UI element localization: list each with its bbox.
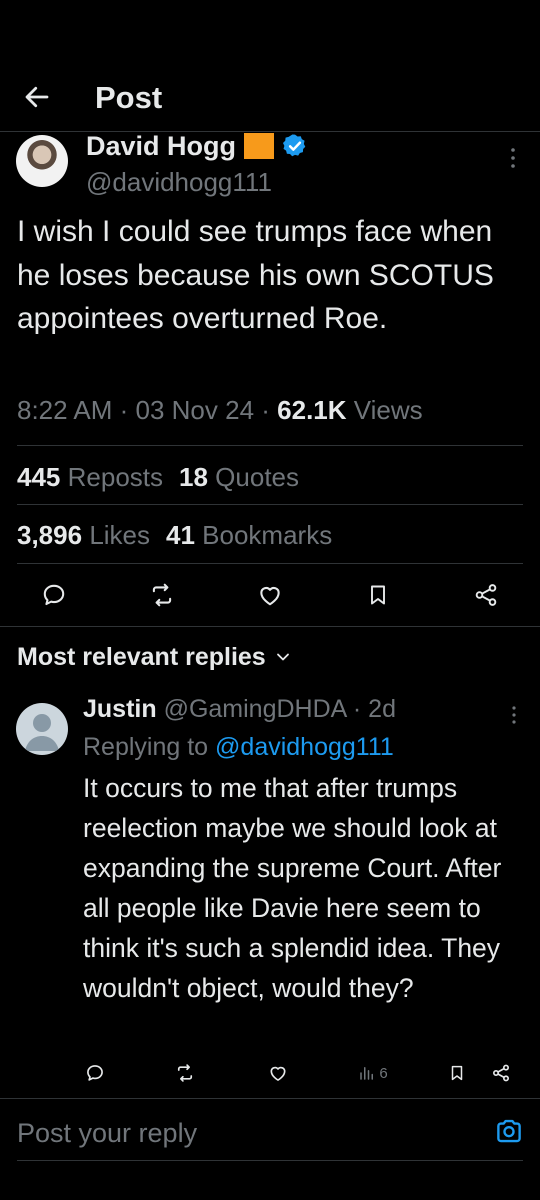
verified-badge-icon xyxy=(282,134,306,157)
views-count: 62.1K xyxy=(277,395,347,425)
reply-input[interactable]: Post your reply xyxy=(17,1115,197,1151)
repost-icon xyxy=(177,1064,193,1082)
reply-header: Justin @GamingDHDA · 2d xyxy=(83,695,396,723)
analytics-icon xyxy=(360,1067,374,1080)
replying-to-link[interactable]: @davidhogg111 xyxy=(215,733,394,761)
reply-icon xyxy=(43,584,65,606)
reply-more-options-icon[interactable] xyxy=(510,705,518,725)
arrow-left-icon[interactable] xyxy=(22,82,52,112)
replies-sort-dropdown[interactable]: Most relevant replies xyxy=(17,640,290,674)
bookmarks-stat[interactable]: 41 Bookmarks xyxy=(166,520,332,550)
share-button[interactable] xyxy=(466,575,506,615)
reply-like-button[interactable] xyxy=(263,1058,293,1088)
reply-bookmark-button[interactable] xyxy=(445,1058,469,1088)
reply-button[interactable] xyxy=(34,575,74,615)
likes-stat[interactable]: 3,896 Likes xyxy=(17,520,150,550)
reply-author-handle[interactable]: @GamingDHDA xyxy=(164,695,346,723)
orange-square-badge xyxy=(244,133,275,159)
bookmark-icon xyxy=(371,585,385,605)
reply-icon xyxy=(87,1065,103,1081)
divider xyxy=(0,626,540,627)
divider xyxy=(17,445,523,446)
repost-quote-stats: 445 Reposts 18 Quotes xyxy=(17,460,299,494)
reply-views-button[interactable]: 6 xyxy=(352,1058,394,1088)
divider xyxy=(17,563,523,564)
post-date: 03 Nov 24 xyxy=(135,395,255,425)
composer-underline xyxy=(17,1160,523,1161)
author-name[interactable]: David Hogg xyxy=(86,128,236,164)
share-icon xyxy=(493,1064,509,1082)
reply-author-name[interactable]: Justin xyxy=(83,695,157,723)
bookmark-button[interactable] xyxy=(358,575,398,615)
chevron-down-icon xyxy=(276,653,289,661)
reply-views-count: 6 xyxy=(379,1064,388,1082)
author-name-row[interactable]: David Hogg xyxy=(86,128,308,164)
reply-action-bar: 6 xyxy=(0,1058,540,1088)
replying-to: Replying to @davidhogg111 xyxy=(83,733,394,761)
page-title: Post xyxy=(95,80,163,115)
reply-reply-button[interactable] xyxy=(80,1058,110,1088)
post-meta: 8:22 AM · 03 Nov 24 · 62.1K Views xyxy=(17,395,423,425)
reply-share-button[interactable] xyxy=(488,1058,514,1088)
views-label: Views xyxy=(353,395,423,425)
post-action-bar xyxy=(0,575,540,615)
divider xyxy=(17,504,523,505)
reply-age: 2d xyxy=(368,695,396,723)
reposts-stat[interactable]: 445 Reposts xyxy=(17,462,163,492)
replies-sort-label: Most relevant replies xyxy=(17,643,266,671)
reply-author-avatar[interactable] xyxy=(16,703,68,755)
post-text: I wish I could see trumps face when he l… xyxy=(17,215,494,335)
reply-text: It occurs to me that after trumps reelec… xyxy=(83,773,502,1003)
author-avatar[interactable] xyxy=(16,135,68,187)
repost-button[interactable] xyxy=(142,575,182,615)
post-time: 8:22 AM xyxy=(17,395,113,425)
bookmark-icon xyxy=(451,1065,463,1081)
like-button[interactable] xyxy=(250,575,290,615)
share-icon xyxy=(475,584,497,606)
default-avatar-icon xyxy=(25,714,59,751)
composer-divider xyxy=(0,1098,540,1099)
repost-icon xyxy=(152,583,172,607)
like-icon xyxy=(260,587,280,606)
camera-icon[interactable] xyxy=(494,1116,524,1146)
like-icon xyxy=(270,1066,286,1081)
likes-bookmarks-stats: 3,896 Likes 41 Bookmarks xyxy=(17,518,332,552)
author-handle[interactable]: @davidhogg111 xyxy=(86,166,272,198)
more-options-icon[interactable] xyxy=(509,147,517,169)
quotes-stat[interactable]: 18 Quotes xyxy=(179,462,299,492)
reply-repost-button[interactable] xyxy=(170,1058,200,1088)
